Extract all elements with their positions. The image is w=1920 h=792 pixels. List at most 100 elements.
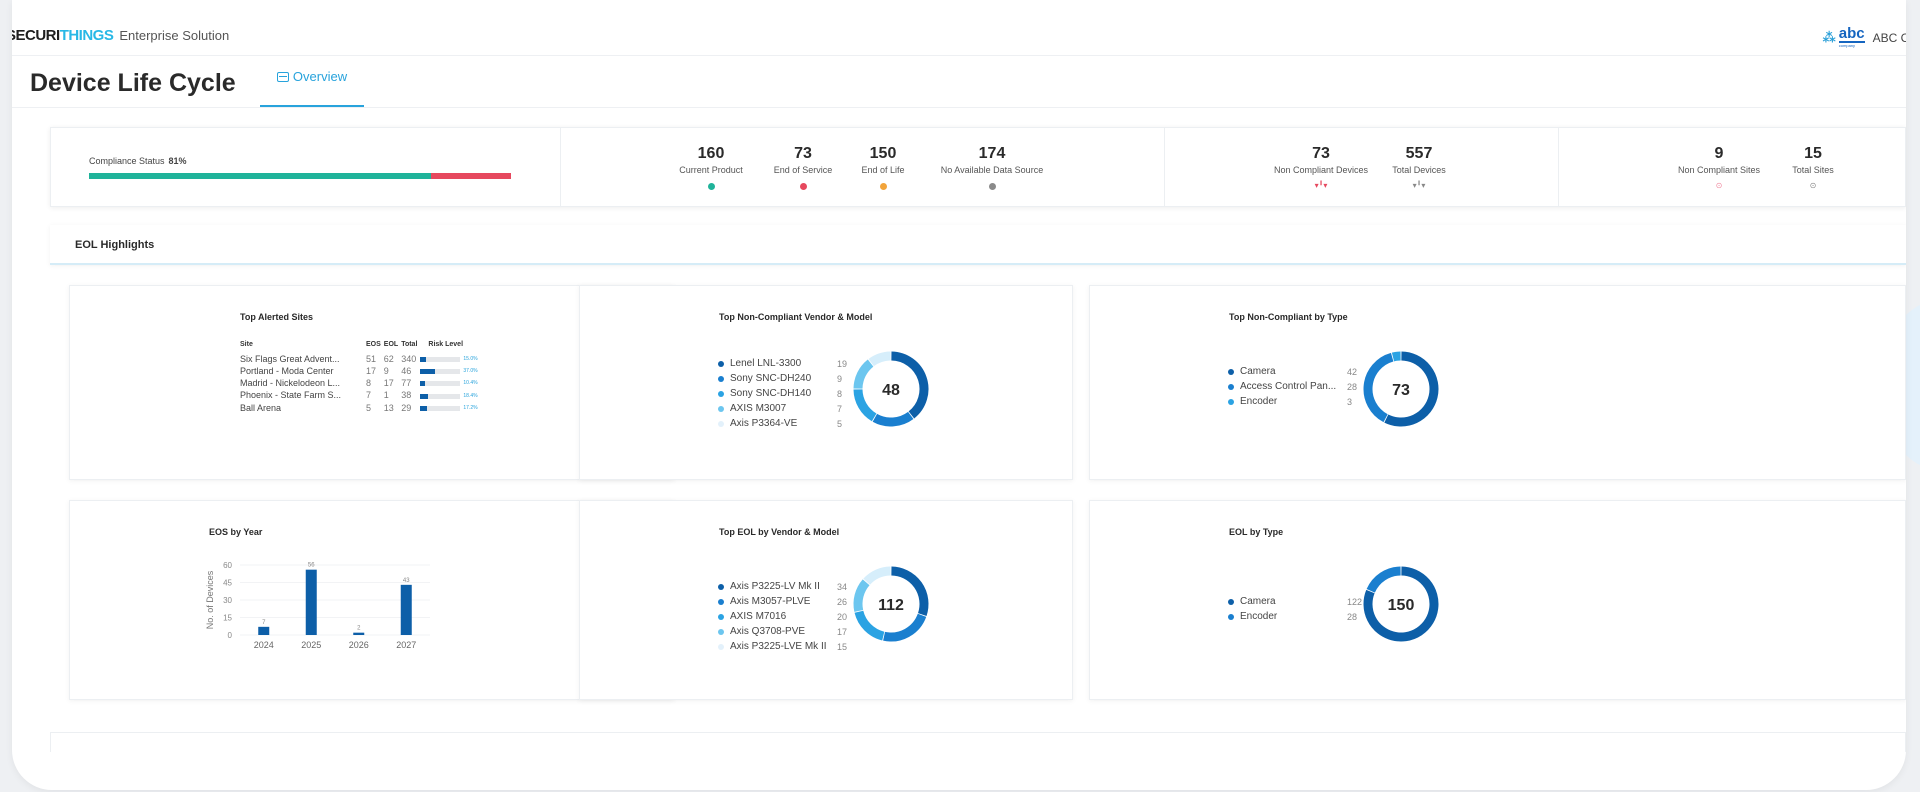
- legend-dot: [718, 375, 724, 382]
- table-row[interactable]: Madrid - Nickelodeon L... 8 17 77 10.4%: [240, 378, 481, 390]
- legend-value: 3: [1347, 396, 1353, 407]
- legend-label: Axis P3364-VE: [730, 418, 798, 429]
- legend-item[interactable]: Access Control Pan... 28: [1228, 379, 1357, 394]
- legend-label: Lenel LNL-3300: [730, 358, 802, 369]
- company-info[interactable]: ⁂ abc company ABC Co: [1822, 26, 1906, 48]
- eol-count: 17: [383, 378, 394, 389]
- donut-slice[interactable]: [853, 359, 874, 389]
- column-header: EOL: [383, 341, 399, 348]
- legend-dot: [1228, 598, 1234, 605]
- table-row[interactable]: Six Flags Great Advent... 51 62 340 15.0…: [240, 354, 481, 366]
- chart-legend: Axis P3225-LV Mk II 34 Axis M3057-PLVE 26 AX…: [718, 579, 847, 654]
- legend-item[interactable]: Sony SNC-DH140 8: [718, 386, 847, 401]
- bar-value-label: 7: [262, 620, 266, 626]
- risk-level: 15.0%: [420, 354, 480, 366]
- app-window: SECURITHINGS Enterprise Solution ⁂ abc co…: [12, 0, 1906, 790]
- tab-overview-label: Overview: [292, 69, 348, 84]
- stat-non-compliant-devices[interactable]: 73 Non Compliant Devices ▾╹▾: [1261, 144, 1381, 190]
- donut-slice[interactable]: [1366, 566, 1401, 593]
- legend-item[interactable]: Axis Q3708-PVE 17: [718, 624, 847, 639]
- stat-value: 15: [1804, 145, 1822, 162]
- legend-item[interactable]: Sony SNC-DH240 9: [718, 371, 847, 386]
- company-logo-subtext: company: [1838, 43, 1856, 48]
- stat-value: 9: [1714, 145, 1724, 162]
- legend-value: 20: [837, 611, 848, 622]
- x-tick-label: 2026: [349, 640, 369, 650]
- donut-slice[interactable]: [883, 613, 927, 642]
- compliance-label-text: Compliance Status: [89, 156, 165, 166]
- legend-item[interactable]: AXIS M7016 20: [718, 609, 847, 624]
- stat-current-product[interactable]: 160 Current Product: [671, 144, 751, 190]
- legend-item[interactable]: Camera 42: [1228, 364, 1357, 379]
- eos-count: 7: [366, 390, 372, 401]
- stat-label: Total Sites: [1792, 165, 1834, 175]
- bar-chart: No. of Devices 0 15 30 45 60 7 2024 56 2025 2 2026 4…: [205, 561, 430, 650]
- panel-title: Top Alerted Sites: [240, 312, 314, 322]
- donut-slice[interactable]: [1391, 351, 1401, 362]
- eol-highlights-title: EOL Highlights: [75, 239, 155, 251]
- risk-bar-fill: [420, 381, 425, 387]
- risk-level: 17.2%: [420, 403, 480, 415]
- table-row[interactable]: Portland - Moda Center 17 9 46 37.0%: [240, 366, 481, 378]
- stat-value: 150: [869, 145, 897, 162]
- eos-count: 51: [366, 354, 377, 365]
- legend-dot: [718, 420, 724, 427]
- column-header: Total: [401, 341, 418, 348]
- risk-bar: [420, 405, 461, 411]
- table-row[interactable]: Phoenix - State Farm S... 7 1 38 18.4%: [240, 390, 481, 402]
- legend-item[interactable]: Axis P3364-VE 5: [718, 416, 847, 431]
- donut-slice[interactable]: [853, 389, 877, 422]
- donut-chart: 112: [853, 566, 929, 642]
- legend-label: Access Control Pan...: [1240, 381, 1337, 392]
- stat-label: Non Compliant Devices: [1273, 165, 1369, 175]
- donut-slice[interactable]: [863, 566, 891, 585]
- bar[interactable]: [353, 632, 365, 635]
- bar-value-label: 2: [357, 626, 361, 632]
- legend-value: 8: [837, 388, 843, 399]
- legend-value: 42: [1347, 366, 1358, 377]
- legend-item[interactable]: Axis P3225-LV Mk II 34: [718, 579, 847, 594]
- bar[interactable]: [305, 569, 317, 635]
- eol-count: 62: [383, 354, 394, 365]
- eos-count: 5: [366, 402, 372, 413]
- status-dot: [799, 183, 807, 190]
- y-tick-label: 15: [223, 614, 232, 623]
- risk-bar-fill: [420, 369, 436, 375]
- compliance-status-section: Compliance Status 81%: [51, 128, 561, 206]
- legend-label: Axis P3225-LVE Mk II: [730, 641, 827, 652]
- device-stats-section: 73 Non Compliant Devices ▾╹▾ 557 Total D…: [1165, 128, 1559, 206]
- risk-bar-fill: [420, 405, 428, 411]
- legend-dot: [1228, 368, 1234, 375]
- risk-percent: 10.4%: [463, 380, 478, 387]
- stat-non-compliant-sites[interactable]: 9 Non Compliant Sites ⊙: [1669, 144, 1769, 190]
- securithings-logo[interactable]: SECURITHINGS Enterprise Solution: [12, 27, 229, 44]
- risk-level: 18.4%: [420, 390, 480, 402]
- stat-total-sites[interactable]: 15 Total Sites ⊙: [1769, 144, 1857, 190]
- stat-total-devices[interactable]: 557 Total Devices ▾╹▾: [1381, 144, 1457, 190]
- donut-slice[interactable]: [868, 351, 891, 367]
- legend-item[interactable]: Camera 122: [1228, 594, 1362, 609]
- donut-slice[interactable]: [872, 411, 914, 427]
- stat-end-of-life[interactable]: 150 End of Life: [855, 144, 911, 190]
- product-stats: 160 Current Product 73 End of Service 15…: [671, 144, 1067, 190]
- risk-percent: 15.0%: [463, 356, 478, 363]
- donut-slice[interactable]: [1363, 352, 1394, 423]
- eol-by-type-panel: EOL by Type Camera 122 Encoder 28 150: [1089, 500, 1906, 700]
- y-tick-label: 30: [223, 596, 232, 605]
- legend-item[interactable]: Axis P3225-LVE Mk II 15: [718, 639, 847, 654]
- legend-item[interactable]: AXIS M3007 7: [718, 401, 847, 416]
- stat-no-data-source[interactable]: 174 No Available Data Source: [917, 144, 1067, 190]
- legend-dot: [718, 405, 724, 412]
- tab-overview[interactable]: Overview: [260, 56, 364, 107]
- stat-end-of-service[interactable]: 73 End of Service: [751, 144, 855, 190]
- table-row[interactable]: Ball Arena 5 13 29 17.2%: [240, 403, 481, 415]
- legend-item[interactable]: Encoder 28: [1228, 609, 1362, 624]
- total-count: 46: [401, 366, 412, 377]
- legend-item[interactable]: Encoder 3: [1228, 394, 1357, 409]
- legend-item[interactable]: Lenel LNL-3300 19: [718, 356, 847, 371]
- bar[interactable]: [400, 584, 412, 635]
- donut-slice[interactable]: [854, 610, 885, 641]
- bar[interactable]: [258, 626, 270, 635]
- legend-item[interactable]: Axis M3057-PLVE 26: [718, 594, 847, 609]
- donut-slice[interactable]: [853, 579, 870, 612]
